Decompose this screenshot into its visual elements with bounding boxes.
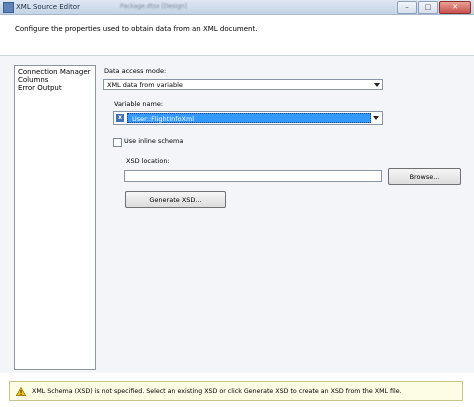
xsd-location-label: XSD location: [126,157,170,165]
minimize-button[interactable]: – [397,1,417,14]
dialog-header: Configure the properties used to obtain … [0,15,474,56]
status-warning-bar: XML Schema (XSD) is not specified. Selec… [9,381,463,401]
window-controls: – □ ✕ [397,1,471,14]
data-access-mode-label: Data access mode: [104,67,167,75]
dialog-body: Connection Manager Columns Error Output … [0,56,474,373]
variable-name-value: User::FlightInfoXml [132,115,195,123]
browse-button[interactable]: Browse... [388,168,461,185]
page-navigation-list: Connection Manager Columns Error Output [14,65,96,370]
variable-selection-highlight: User::FlightInfoXml [127,113,371,123]
data-access-mode-value: XML data from variable [107,81,183,89]
generate-xsd-button[interactable]: Generate XSD... [125,191,226,208]
dialog-description: Configure the properties used to obtain … [15,25,258,33]
nav-item-connection-manager[interactable]: Connection Manager [15,68,95,76]
variable-icon: x [116,114,124,122]
close-button[interactable]: ✕ [439,1,471,14]
title-bar[interactable]: XML Source Editor Package.dtsx [Design] … [0,0,474,15]
maximize-button[interactable]: □ [418,1,438,14]
data-access-mode-dropdown[interactable]: XML data from variable [103,79,383,90]
use-inline-schema-checkbox[interactable] [113,138,122,147]
nav-item-error-output[interactable]: Error Output [15,84,95,92]
app-icon [3,2,14,13]
variable-name-dropdown[interactable]: x User::FlightInfoXml [113,111,383,125]
dropdown-arrow-icon[interactable] [373,116,379,120]
xsd-location-input[interactable] [124,170,382,182]
warning-icon [16,387,26,396]
nav-item-columns[interactable]: Columns [15,76,95,84]
window-subtitle: Package.dtsx [Design] [120,3,187,10]
variable-name-label: Variable name: [114,100,164,108]
use-inline-schema-label[interactable]: Use inline schema [124,137,183,145]
dropdown-arrow-icon[interactable] [374,83,380,87]
window-title: XML Source Editor [16,3,80,11]
status-message: XML Schema (XSD) is not specified. Selec… [32,388,402,395]
